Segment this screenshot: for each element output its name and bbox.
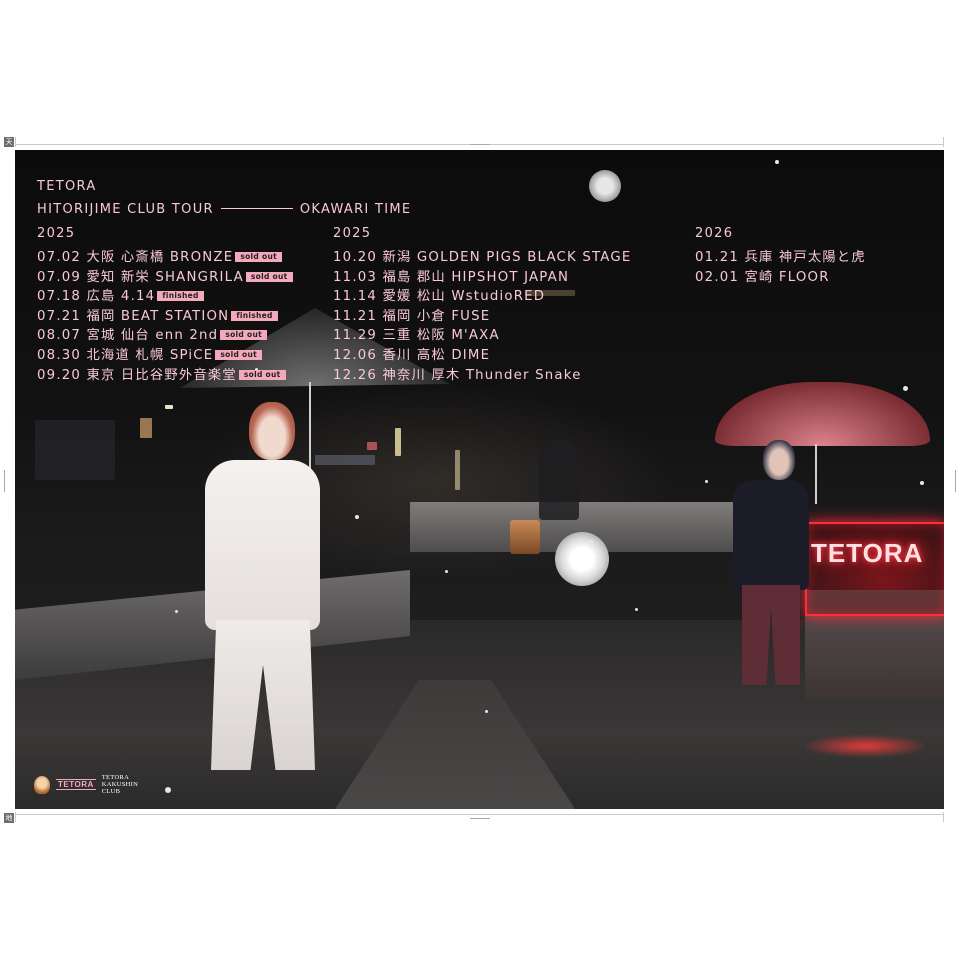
tour-date: 11.21 福岡 小倉 FUSE [333, 308, 491, 324]
tour-date-text: 07.18 広島 4.14 [37, 289, 156, 305]
crop-mark-top-left [15, 137, 16, 147]
neon-sign [805, 522, 944, 616]
rain-drop [355, 515, 359, 519]
tour-date: 08.07 宮城 仙台 enn 2nd sold out [37, 324, 293, 344]
person-left-body [205, 460, 320, 630]
rain-drop [445, 570, 448, 573]
neon-reflection [805, 735, 925, 757]
city-light [35, 420, 115, 480]
umbrella-pole [815, 444, 817, 504]
person-right-body [733, 480, 809, 590]
tour-date-text: 07.02 大阪 心斎橋 BRONZE [37, 250, 234, 265]
tour-date: 08.30 北海道 札幌 SPiCE sold out [37, 344, 293, 364]
tour-date: 02.01 宮崎 FLOOR [695, 269, 830, 285]
umbrella-pole [309, 382, 311, 472]
center-mark-bottom [470, 818, 490, 819]
city-light [455, 450, 460, 490]
tour-date-text: 09.20 東京 日比谷野外音楽堂 [37, 367, 237, 383]
status-badge: sold out [235, 252, 282, 262]
red-umbrella [715, 382, 930, 446]
rain-drop [590, 540, 593, 543]
schedule-column-2: 2025 10.20 新潟 GOLDEN PIGS BLACK STAGE 11… [333, 226, 631, 383]
tom-drum [510, 520, 540, 554]
rain-drop [903, 386, 908, 391]
tour-subtitle: OKAWARI TIME [299, 202, 412, 217]
tour-date: 12.26 神奈川 厚木 Thunder Snake [333, 367, 582, 383]
club-logo-line: TETORA [101, 774, 130, 781]
club-logo-line: CLUB [101, 788, 121, 795]
city-light [165, 405, 173, 409]
schedule-column-1: 2025 07.02 大阪 心斎橋 BRONZE sold out 07.09 愛… [37, 226, 293, 383]
tour-date-text: 07.09 愛知 新栄 SHANGRILA [37, 269, 244, 285]
tetora-logo: TETORA [56, 779, 96, 790]
status-badge: finished [231, 310, 278, 321]
status-badge: sold out [238, 369, 286, 380]
kakushin-club-logo: TETORA KAKUSHIN CLUB [102, 774, 138, 795]
tour-poster: TETORA TETORA HITORIJIME CLUB TOUR OKAWAR… [15, 150, 944, 809]
schedule-column-3: 2026 01.21 兵庫 神戸太陽と虎 02.01 宮崎 FLOOR [695, 226, 866, 285]
year-heading: 2025 [333, 226, 372, 241]
side-mark-left [4, 470, 5, 492]
band-name: TETORA [37, 179, 97, 194]
tour-title: HITORIJIME CLUB TOUR OKAWARI TIME [37, 202, 411, 217]
tour-date: 07.02 大阪 心斎橋 BRONZE sold out [37, 246, 293, 266]
tour-date: 10.20 新潟 GOLDEN PIGS BLACK STAGE [333, 250, 632, 265]
bass-drum [555, 532, 609, 586]
tour-date: 11.03 福島 郡山 HIPSHOT JAPAN [333, 269, 570, 285]
tour-date: 07.21 福岡 BEAT STATION finished [37, 305, 293, 325]
crop-mark-top-right [943, 137, 944, 147]
status-badge: sold out [245, 271, 293, 282]
club-logo-line: KAKUSHIN [101, 781, 139, 788]
top-print-label: 天 [4, 137, 14, 147]
footer-logos: TETORA TETORA KAKUSHIN CLUB [34, 774, 138, 795]
tour-date: 11.14 愛媛 松山 WstudioRED [333, 289, 546, 305]
side-mark-right [955, 470, 956, 492]
tour-date-text: 08.30 北海道 札幌 SPiCE [37, 347, 214, 363]
city-light [140, 418, 152, 438]
crop-mark-bottom-left [15, 812, 16, 822]
bottom-print-label: 地 [4, 813, 14, 823]
drummer [539, 440, 579, 520]
center-mark-top [470, 144, 490, 145]
tour-date: 09.20 東京 日比谷野外音楽堂 sold out [37, 364, 293, 384]
rain-drop [165, 787, 171, 793]
neon-sign-text: TETORA [811, 538, 924, 568]
city-light [395, 428, 401, 456]
status-badge: finished [157, 291, 204, 302]
tour-date: 12.06 香川 高松 DIME [333, 347, 491, 363]
rain-drop [175, 610, 178, 613]
tour-date: 01.21 兵庫 神戸太陽と虎 [695, 250, 866, 265]
crop-mark-bottom-right [943, 812, 944, 822]
city-light [367, 442, 377, 450]
tour-date: 11.29 三重 松阪 M'AXA [333, 328, 500, 344]
tour-date: 07.09 愛知 新栄 SHANGRILA sold out [37, 266, 293, 286]
crop-line-bottom [15, 814, 944, 815]
tour-date-text: 07.21 福岡 BEAT STATION [37, 308, 230, 324]
rain-drop [485, 710, 488, 713]
tour-date-text: 08.07 宮城 仙台 enn 2nd [37, 328, 219, 344]
city-light [315, 455, 375, 465]
tour-name: HITORIJIME CLUB TOUR [37, 202, 214, 217]
rain-drop [705, 480, 708, 483]
tour-date: 07.18 広島 4.14 finished [37, 285, 293, 305]
status-badge: sold out [220, 330, 267, 341]
status-badge: sold out [215, 349, 263, 360]
person-right-head [763, 440, 795, 480]
moon-light [589, 170, 621, 202]
mascot-icon [34, 775, 50, 794]
year-heading: 2025 [37, 226, 76, 241]
year-heading: 2026 [695, 226, 734, 241]
title-rule [220, 207, 293, 209]
rain-drop [920, 481, 924, 485]
person-left-head [249, 402, 295, 460]
rain-drop [635, 608, 638, 611]
rain-drop [775, 160, 779, 164]
